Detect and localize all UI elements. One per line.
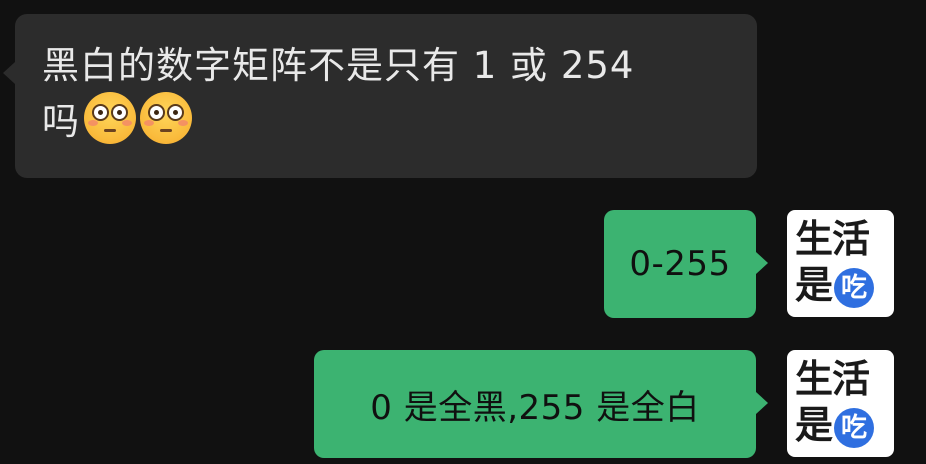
avatar-badge: 吃: [834, 408, 875, 448]
message-text: 0 是全黑,255 是全白: [370, 387, 700, 428]
avatar[interactable]: 生活 是吃: [787, 210, 894, 317]
flushed-face-icon: [140, 92, 192, 144]
avatar-text-line-2: 是: [795, 403, 833, 447]
chat-window: 黑白的数字矩阵不是只有 1 或 254 吗 0-255 生活 是吃 0 是全黑,…: [0, 0, 926, 464]
avatar-text-line-2: 是: [795, 263, 833, 307]
avatar-text-line-1: 生活: [795, 217, 870, 261]
message-text-line-2: 吗: [42, 100, 80, 143]
flushed-face-icon: [84, 92, 136, 144]
incoming-message-bubble[interactable]: 黑白的数字矩阵不是只有 1 或 254 吗: [3, 14, 757, 178]
avatar-badge: 吃: [834, 268, 875, 308]
message-text: 0-255: [629, 244, 731, 284]
avatar[interactable]: 生活 是吃: [787, 350, 894, 457]
outgoing-message-bubble[interactable]: 0 是全黑,255 是全白: [314, 350, 768, 458]
avatar-text-line-1: 生活: [795, 357, 870, 401]
message-text-line-1: 黑白的数字矩阵不是只有 1 或 254: [42, 44, 635, 87]
outgoing-message-bubble[interactable]: 0-255: [604, 210, 768, 318]
